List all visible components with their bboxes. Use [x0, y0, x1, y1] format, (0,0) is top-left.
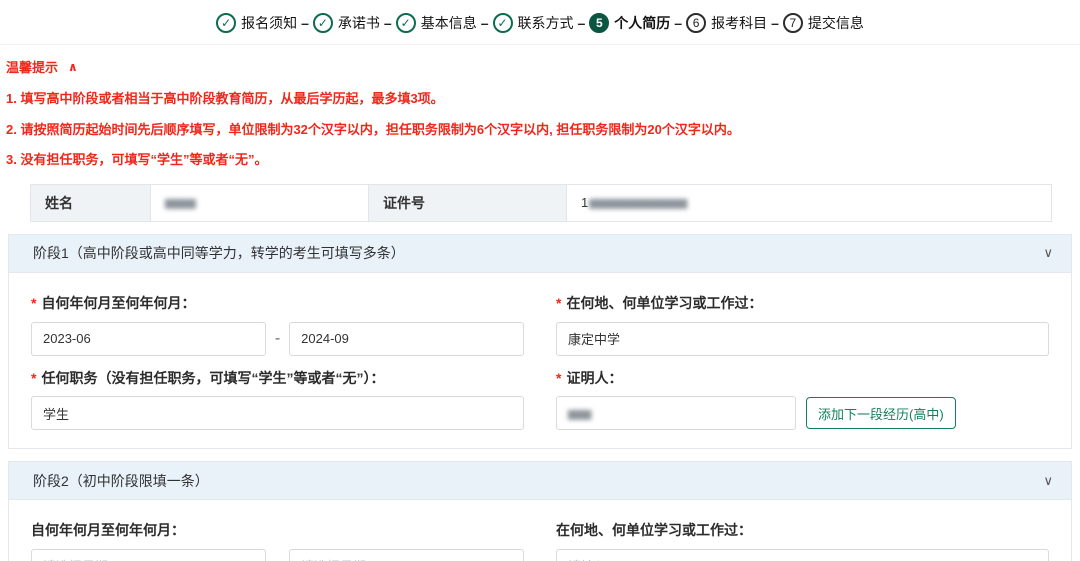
step-separator: –: [771, 15, 779, 31]
step-label: 报考科目: [711, 13, 767, 33]
duty-input[interactable]: [31, 396, 524, 430]
masked-witness-text: ▆▆▆: [568, 407, 590, 420]
witness-label: 证明人：: [566, 370, 622, 386]
stage1-header[interactable]: 阶段1（高中阶段或高中同等学力，转学的考生可填写多条） ∨: [9, 235, 1071, 273]
notice-line: 1. 填写高中阶段或者相当于高中阶段教育简历，从最后学历起，最多填3项。: [6, 91, 1074, 107]
stage2-header[interactable]: 阶段2（初中阶段限填一条） ∨: [9, 462, 1071, 500]
step-commitment-letter[interactable]: ✓ 承诺书: [313, 13, 380, 33]
stage1-body: * 自何年何月至何年何月： - * 在何地、何单位学习或工作过： * 任何职务（没有担…: [9, 273, 1071, 449]
period-from-input[interactable]: [31, 322, 266, 356]
place-label: 在何地、何单位学习或工作过：: [556, 522, 752, 538]
stage1-panel: 阶段1（高中阶段或高中同等学力，转学的考生可填写多条） ∨ * 自何年何月至何年何…: [8, 234, 1072, 450]
step-label: 承诺书: [338, 13, 380, 33]
step-label: 报名须知: [241, 13, 297, 33]
check-icon: ✓: [313, 13, 333, 33]
period-label: 自何年何月至何年何月：: [41, 295, 195, 311]
step-number-badge: 6: [686, 13, 706, 33]
required-mark: *: [31, 295, 36, 311]
step-personal-resume-active[interactable]: 5 个人简历: [589, 13, 670, 33]
date-range-separator: -: [275, 330, 280, 348]
name-value: ▆▆▆▆: [151, 185, 369, 221]
check-icon: ✓: [216, 13, 236, 33]
place-label: 在何地、何单位学习或工作过：: [566, 295, 762, 311]
date-range-separator: -: [275, 557, 280, 561]
step-number-badge: 5: [589, 13, 609, 33]
required-mark: *: [31, 370, 36, 386]
check-icon: ✓: [493, 13, 513, 33]
add-next-experience-button[interactable]: 添加下一段经历(高中): [806, 397, 956, 429]
step-label: 提交信息: [808, 13, 864, 33]
chevron-down-icon[interactable]: ∨: [1043, 245, 1053, 261]
duty-label: 任何职务（没有担任职务，可填写“学生”等或者“无”）：: [41, 370, 384, 386]
period-to-input[interactable]: [289, 322, 524, 356]
notice-line: 3. 没有担任职务，可填写“学生”等或者“无”。: [6, 152, 1074, 168]
registration-stepper: ✓ 报名须知 – ✓ 承诺书 – ✓ 基本信息 – ✓ 联系方式 – 5 个人简…: [0, 0, 1080, 45]
stage1-title: 阶段1（高中阶段或高中同等学力，转学的考生可填写多条）: [33, 243, 405, 263]
check-icon: ✓: [396, 13, 416, 33]
stage2-panel: 阶段2（初中阶段限填一条） ∨ 自何年何月至何年何月： - 在何地、何单位学习或…: [8, 461, 1072, 561]
step-separator: –: [481, 15, 489, 31]
masked-name-text: ▆▆▆▆: [165, 196, 195, 209]
applicant-summary-row: 姓名 ▆▆▆▆ 证件号 1 ▆▆▆▆▆▆▆▆▆▆▆▆▆: [30, 184, 1052, 222]
stage1-place-field: * 在何地、何单位学习或工作过：: [556, 281, 1049, 356]
id-number-value: 1 ▆▆▆▆▆▆▆▆▆▆▆▆▆: [567, 185, 1051, 221]
stage1-witness-field: * 证明人： ▆▆▆ 添加下一段经历(高中): [556, 356, 1049, 431]
step-basic-info[interactable]: ✓ 基本信息: [396, 13, 477, 33]
chevron-down-icon[interactable]: ∨: [1043, 473, 1053, 489]
stage2-place-field: 在何地、何单位学习或工作过：: [556, 508, 1049, 561]
step-number-badge: 7: [783, 13, 803, 33]
chevron-up-icon[interactable]: ∧: [68, 60, 78, 74]
step-separator: –: [674, 15, 682, 31]
witness-input[interactable]: ▆▆▆: [556, 396, 796, 430]
masked-id-text: ▆▆▆▆▆▆▆▆▆▆▆▆▆: [589, 196, 686, 209]
stage1-period-field: * 自何年何月至何年何月： -: [31, 281, 524, 356]
step-separator: –: [384, 15, 392, 31]
notice-line: 2. 请按照简历起始时间先后顺序填写，单位限制为32个汉字以内，担任职务限制为6…: [6, 122, 1074, 138]
stage2-period-field: 自何年何月至何年何月： -: [31, 508, 524, 561]
period-from-input[interactable]: [31, 549, 266, 561]
notice-title: 温馨提示: [6, 57, 58, 76]
step-label: 基本信息: [421, 13, 477, 33]
stage2-title: 阶段2（初中阶段限填一条）: [33, 471, 209, 491]
step-contact-info[interactable]: ✓ 联系方式: [493, 13, 574, 33]
place-input[interactable]: [556, 322, 1049, 356]
step-separator: –: [578, 15, 586, 31]
required-mark: *: [556, 370, 561, 386]
step-exam-subjects[interactable]: 6 报考科目: [686, 13, 767, 33]
name-label: 姓名: [31, 185, 151, 221]
period-label: 自何年何月至何年何月：: [31, 522, 185, 538]
warm-notice: 温馨提示 ∧ 1. 填写高中阶段或者相当于高中阶段教育简历，从最后学历起，最多填…: [0, 45, 1080, 168]
stage1-duty-field: * 任何职务（没有担任职务，可填写“学生”等或者“无”）：: [31, 356, 524, 431]
step-label: 联系方式: [518, 13, 574, 33]
id-number-label: 证件号: [369, 185, 567, 221]
step-enrollment-notice[interactable]: ✓ 报名须知: [216, 13, 297, 33]
period-to-input[interactable]: [289, 549, 524, 561]
place-input[interactable]: [556, 549, 1049, 561]
step-separator: –: [301, 15, 309, 31]
required-mark: *: [556, 295, 561, 311]
step-label: 个人简历: [614, 13, 670, 33]
step-submit-info[interactable]: 7 提交信息: [783, 13, 864, 33]
stage2-body: 自何年何月至何年何月： - 在何地、何单位学习或工作过： 任何职务（没有担任职务…: [9, 500, 1071, 561]
id-number-prefix: 1: [581, 195, 588, 210]
